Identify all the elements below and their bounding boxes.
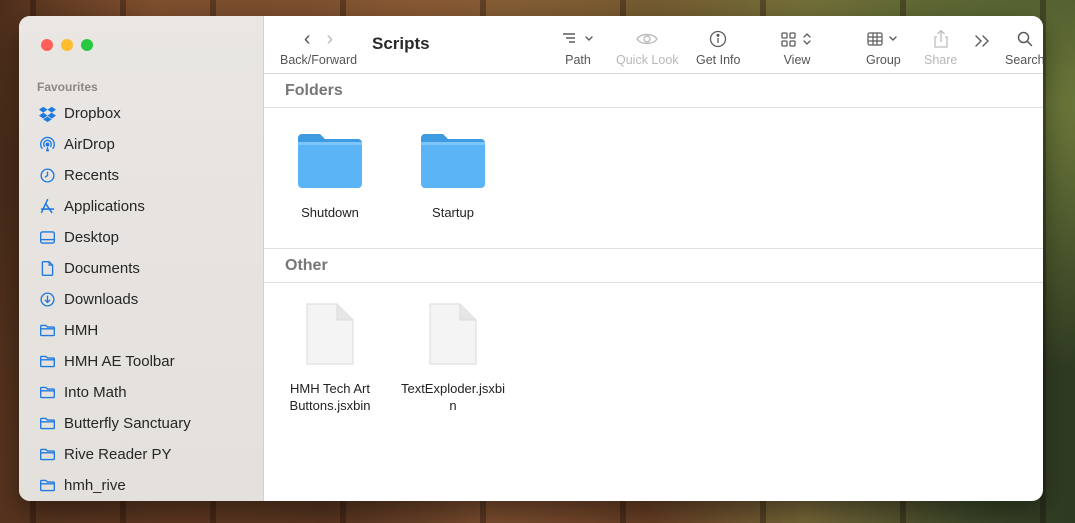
dropbox-icon <box>39 105 56 122</box>
sidebar-item-hmh-ae-toolbar[interactable]: HMH AE Toolbar <box>19 346 263 377</box>
sidebar-item-label: AirDrop <box>64 136 115 153</box>
group-label: Group <box>866 53 901 67</box>
document-icon <box>305 302 355 366</box>
folder-item-shutdown[interactable]: Shutdown <box>268 132 392 221</box>
sidebar-item-airdrop[interactable]: AirDrop <box>19 129 263 160</box>
folder-icon <box>39 446 56 463</box>
back-forward-label: Back/Forward <box>280 53 358 67</box>
minimize-button[interactable] <box>61 39 73 51</box>
clock-icon <box>39 167 56 184</box>
traffic-lights <box>41 39 93 51</box>
quick-look-label: Quick Look <box>616 53 679 67</box>
folder-icon <box>39 477 56 494</box>
group-icon <box>866 28 900 50</box>
share-icon <box>932 28 950 50</box>
sidebar-item-recents[interactable]: Recents <box>19 160 263 191</box>
download-icon <box>39 291 56 308</box>
share-label: Share <box>924 53 958 67</box>
other-section-header: Other <box>264 248 1043 283</box>
sidebar-item-label: Rive Reader PY <box>64 446 172 463</box>
document-icon <box>39 260 56 277</box>
sidebar-item-downloads[interactable]: Downloads <box>19 284 263 315</box>
sidebar-list: Dropbox AirDrop Recents Applications Des… <box>19 98 263 501</box>
sidebar-item-label: Butterfly Sanctuary <box>64 415 191 432</box>
sidebar-item-rive-reader-py[interactable]: Rive Reader PY <box>19 439 263 470</box>
folder-icon <box>419 132 487 190</box>
search-label: Search <box>1005 53 1043 67</box>
sidebar-item-into-math[interactable]: Into Math <box>19 377 263 408</box>
sidebar-item-label: Dropbox <box>64 105 121 122</box>
group-button[interactable]: Group <box>866 28 901 67</box>
share-button[interactable]: Share <box>924 28 957 67</box>
sidebar-item-label: Applications <box>64 198 145 215</box>
file-name: TextExploder.jsxbi n <box>391 380 515 414</box>
folder-icon <box>39 353 56 370</box>
sidebar-item-applications[interactable]: Applications <box>19 191 263 222</box>
double-chevron-right-icon <box>972 30 992 52</box>
folder-icon <box>296 132 364 190</box>
window-title: Scripts <box>372 34 430 53</box>
file-item-textexploder[interactable]: TextExploder.jsxbi n <box>391 302 515 414</box>
folder-icon <box>39 384 56 401</box>
folder-name: Shutdown <box>301 205 359 220</box>
sidebar-item-label: HMH AE Toolbar <box>64 353 175 370</box>
document-icon <box>428 302 478 366</box>
search-button[interactable]: Search <box>1005 28 1043 67</box>
grid-view-icon <box>780 28 814 50</box>
folder-icon <box>39 322 56 339</box>
file-name-line-1: TextExploder.jsxbi <box>400 381 506 396</box>
desktop-icon <box>39 229 56 246</box>
path-label: Path <box>565 53 591 67</box>
sidebar-item-label: Recents <box>64 167 120 184</box>
file-name-line-1: HMH Tech Art <box>290 381 370 396</box>
sidebar-item-label: HMH <box>64 322 99 339</box>
sidebar-item-desktop[interactable]: Desktop <box>19 222 263 253</box>
eye-icon <box>636 28 659 50</box>
sidebar-item-hmh-rive[interactable]: hmh_rive <box>19 470 263 501</box>
file-name-line-2: Buttons.jsxbin <box>289 398 371 413</box>
search-icon <box>1016 28 1034 50</box>
file-item-hmh-tech-art-buttons[interactable]: HMH Tech Art Buttons.jsxbin <box>268 302 392 414</box>
sidebar-item-label: hmh_rive <box>64 477 126 494</box>
get-info-button[interactable]: Get Info <box>696 28 740 67</box>
back-forward-control[interactable]: ‹ › Back/Forward <box>280 28 358 68</box>
folder-icon <box>39 415 56 432</box>
sidebar-item-hmh[interactable]: HMH <box>19 315 263 346</box>
view-button[interactable]: View <box>780 28 814 67</box>
main-pane: ‹ › Back/Forward Scripts Path Quick Look <box>264 16 1043 501</box>
finder-window: Favourites Dropbox AirDrop Recents Appli… <box>19 16 1043 501</box>
sidebar-item-label: Desktop <box>64 229 120 246</box>
sidebar: Favourites Dropbox AirDrop Recents Appli… <box>19 16 264 501</box>
folders-section-header: Folders <box>264 74 1043 108</box>
folder-name: Startup <box>432 205 474 220</box>
close-button[interactable] <box>41 39 53 51</box>
sidebar-item-documents[interactable]: Documents <box>19 253 263 284</box>
sidebar-item-butterfly-sanctuary[interactable]: Butterfly Sanctuary <box>19 408 263 439</box>
airdrop-icon <box>39 136 56 153</box>
path-button[interactable]: Path <box>561 28 595 67</box>
sidebar-item-label: Into Math <box>64 384 127 401</box>
path-icon <box>561 28 595 50</box>
info-icon <box>709 28 727 50</box>
file-name: HMH Tech Art Buttons.jsxbin <box>268 380 392 414</box>
favourites-heading: Favourites <box>37 80 98 94</box>
sidebar-item-label: Downloads <box>64 291 139 308</box>
view-label: View <box>783 53 811 67</box>
sidebar-item-dropbox[interactable]: Dropbox <box>19 98 263 129</box>
chevron-right-icon[interactable]: › <box>327 28 334 51</box>
sidebar-item-label: Documents <box>64 260 140 277</box>
zoom-button[interactable] <box>81 39 93 51</box>
folder-item-startup[interactable]: Startup <box>391 132 515 221</box>
file-name-line-2: n <box>449 398 457 413</box>
get-info-label: Get Info <box>696 53 741 67</box>
toolbar: ‹ › Back/Forward Scripts Path Quick Look <box>264 16 1043 74</box>
applications-icon <box>39 198 56 215</box>
quick-look-button[interactable]: Quick Look <box>616 28 679 67</box>
chevron-left-icon[interactable]: ‹ <box>304 28 311 51</box>
more-toolbar-button[interactable] <box>972 30 992 52</box>
